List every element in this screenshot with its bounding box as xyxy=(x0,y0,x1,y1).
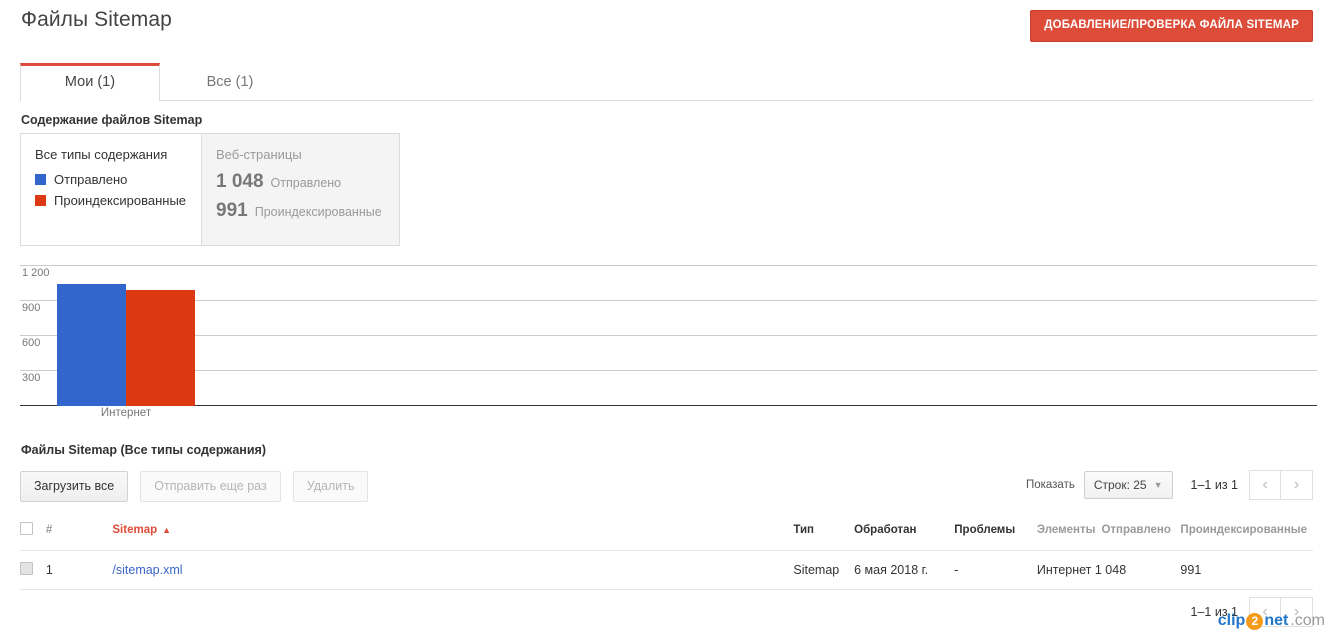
watermark-two: 2 xyxy=(1246,612,1264,630)
chart-axis-line xyxy=(20,405,1317,406)
stat-indexed: 991 Проиндексированные xyxy=(216,200,385,222)
table-header-row: # Sitemap ▲ Тип Обработан Проблемы Элемен… xyxy=(20,510,1313,551)
content-summary: Все типы содержания Отправлено Проиндекс… xyxy=(20,133,400,246)
sitemap-link[interactable]: /sitemap.xml xyxy=(112,563,182,577)
rows-per-page-value: Строк: 25 xyxy=(1093,478,1147,492)
bar-indexed[interactable] xyxy=(126,290,195,406)
header-sitemap[interactable]: Sitemap ▲ xyxy=(112,510,794,551)
pagination-top: Показать Строк: 25 ▼ 1–1 из 1 ‹ › xyxy=(1026,470,1313,500)
gridline-900 xyxy=(20,300,1317,301)
row-problems: - xyxy=(954,550,1037,590)
card-title: Все типы содержания xyxy=(35,147,168,162)
ytick-900: 900 xyxy=(22,302,41,314)
table-row: 1 /sitemap.xml Sitemap 6 мая 2018 г. - И… xyxy=(20,550,1313,590)
delete-button[interactable]: Удалить xyxy=(292,471,369,502)
legend-swatch-submitted xyxy=(35,174,46,185)
sitemap-files-table: # Sitemap ▲ Тип Обработан Проблемы Элемен… xyxy=(20,510,1313,590)
sitemaps-page: Файлы Sitemap ДОБАВЛЕНИЕ/ПРОВЕРКА ФАЙЛА … xyxy=(0,0,1333,633)
row-num: 1 xyxy=(45,550,113,590)
gridline-1200 xyxy=(20,265,1317,266)
stat-indexed-value: 991 xyxy=(216,200,248,221)
xaxis-label-internet: Интернет xyxy=(100,407,152,419)
watermark-clip: clip xyxy=(1217,612,1246,629)
download-all-button[interactable]: Загрузить все xyxy=(20,471,129,502)
content-summary-heading: Содержание файлов Sitemap xyxy=(21,113,203,127)
panel-title: Веб-страницы xyxy=(216,147,302,162)
ytick-600: 600 xyxy=(22,337,41,349)
legend-swatch-indexed xyxy=(35,195,46,206)
row-select-cell[interactable] xyxy=(20,550,46,590)
row-processed: 6 мая 2018 г. xyxy=(854,550,955,590)
stat-submitted: 1 048 Отправлено xyxy=(216,171,385,193)
header-problems[interactable]: Проблемы xyxy=(954,510,1037,551)
header-processed[interactable]: Обработан xyxy=(854,510,955,551)
resubmit-button[interactable]: Отправить еще раз xyxy=(140,471,281,502)
legend-item-indexed: Проиндексированные xyxy=(35,193,187,208)
header-select-all[interactable] xyxy=(20,510,46,551)
all-content-types-card[interactable]: Все типы содержания Отправлено Проиндекс… xyxy=(20,133,202,246)
stat-indexed-label: Проиндексированные xyxy=(254,205,382,219)
page-title: Файлы Sitemap xyxy=(21,8,172,31)
header-num[interactable]: # xyxy=(45,510,113,551)
row-sitemap-cell: /sitemap.xml xyxy=(112,550,794,590)
legend-item-submitted: Отправлено xyxy=(35,172,187,187)
chevron-down-icon: ▼ xyxy=(1153,479,1163,490)
header-elements[interactable]: Элементы xyxy=(1036,510,1102,551)
row-checkbox[interactable] xyxy=(20,562,33,575)
sitemap-bar-chart: 1 200 900 600 300 Интернет xyxy=(10,253,1323,423)
tab-bar: Мои (1) Все (1) xyxy=(20,63,1313,101)
prev-page-button-top[interactable]: ‹ xyxy=(1249,470,1281,500)
header-submitted[interactable]: Отправлено xyxy=(1101,510,1181,551)
ytick-300: 300 xyxy=(22,372,41,384)
header-indexed[interactable]: Проиндексированные xyxy=(1180,510,1313,551)
ytick-1200: 1 200 xyxy=(22,267,50,279)
stat-submitted-value: 1 048 xyxy=(216,171,264,192)
header-type[interactable]: Тип xyxy=(793,510,855,551)
show-label: Показать xyxy=(1025,479,1075,491)
gridline-300 xyxy=(20,370,1317,371)
row-indexed: 991 xyxy=(1180,550,1313,590)
legend-label-submitted: Отправлено xyxy=(54,172,128,187)
page-range-top: 1–1 из 1 xyxy=(1190,478,1238,492)
next-page-button-top[interactable]: › xyxy=(1281,470,1313,500)
tab-mine[interactable]: Мои (1) xyxy=(20,63,160,101)
watermark-com: .com xyxy=(1290,612,1325,629)
chevron-right-icon: › xyxy=(1293,476,1300,493)
rows-per-page-select[interactable]: Строк: 25 ▼ xyxy=(1083,471,1173,499)
clip2net-watermark: clip 2 net .com xyxy=(1218,612,1325,630)
bar-submitted[interactable] xyxy=(57,284,126,406)
tab-all[interactable]: Все (1) xyxy=(160,64,300,100)
add-sitemap-button[interactable]: ДОБАВЛЕНИЕ/ПРОВЕРКА ФАЙЛА SITEMAP xyxy=(1030,10,1313,42)
stat-submitted-label: Отправлено xyxy=(270,176,342,190)
sort-asc-icon: ▲ xyxy=(162,525,172,535)
watermark-net: net xyxy=(1264,612,1289,629)
select-all-checkbox[interactable] xyxy=(20,522,33,535)
chevron-left-icon: ‹ xyxy=(1262,476,1268,493)
legend-label-indexed: Проиндексированные xyxy=(54,193,187,208)
row-type: Sitemap xyxy=(793,550,855,590)
files-toolbar: Загрузить все Отправить еще раз Удалить xyxy=(20,471,380,502)
header-sitemap-label: Sitemap xyxy=(112,524,158,536)
row-elements: Интернет 1 048 xyxy=(1036,550,1181,590)
gridline-600 xyxy=(20,335,1317,336)
files-section-heading: Файлы Sitemap (Все типы содержания) xyxy=(21,443,267,457)
web-pages-panel[interactable]: Веб-страницы 1 048 Отправлено 991 Проинд… xyxy=(202,133,400,246)
